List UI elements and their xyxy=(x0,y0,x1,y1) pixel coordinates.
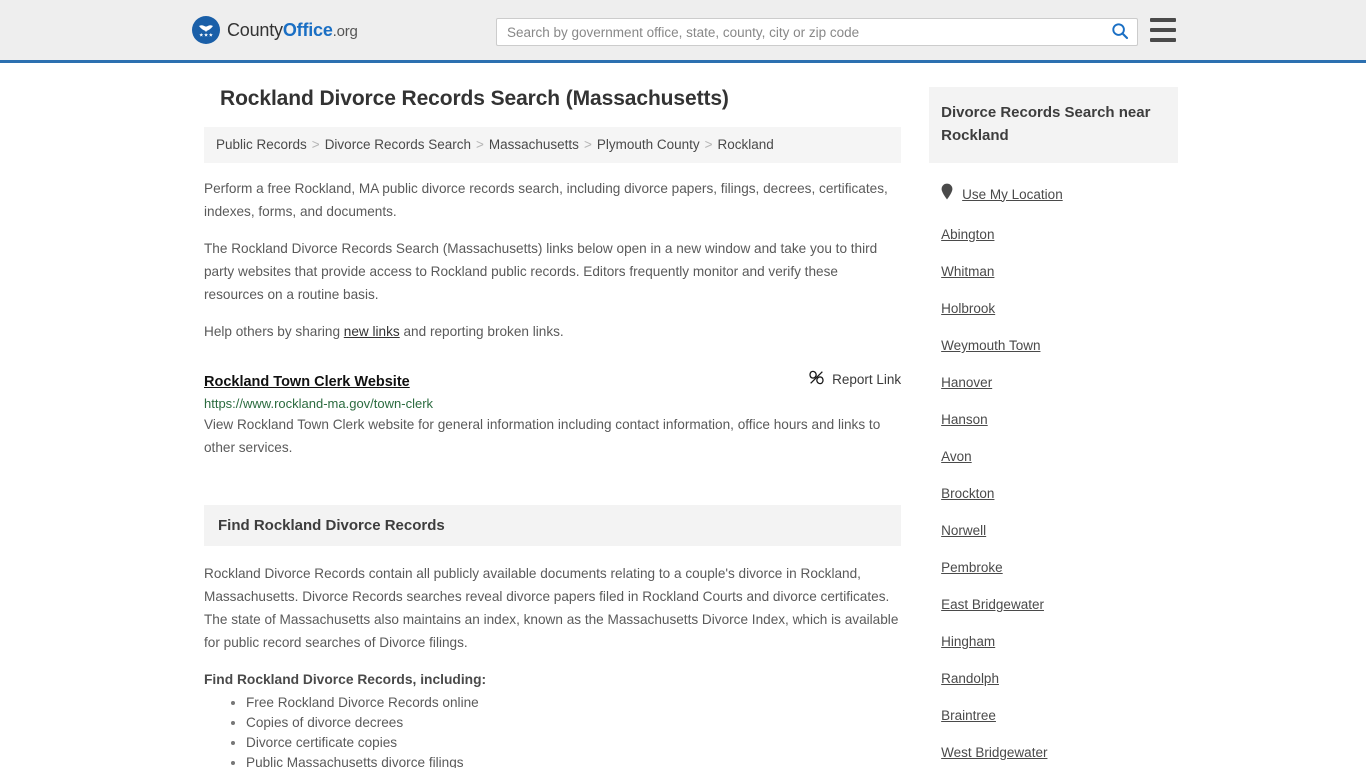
sidebar-item-pembroke[interactable]: Pembroke xyxy=(941,560,1178,575)
sidebar-heading: Divorce Records Search near Rockland xyxy=(941,104,1151,144)
sidebar-item-whitman[interactable]: Whitman xyxy=(941,264,1178,279)
result-item: Rockland Town Clerk Website Report Link … xyxy=(204,369,901,459)
sidebar-link-label[interactable]: Randolph xyxy=(941,671,999,686)
site-logo-link[interactable]: CountyOffice.org xyxy=(192,16,358,44)
sidebar-link-label[interactable]: Braintree xyxy=(941,708,996,723)
result-title-link[interactable]: Rockland Town Clerk Website xyxy=(204,374,410,390)
sidebar-link-label[interactable]: Holbrook xyxy=(941,301,995,316)
magnifier-icon xyxy=(1111,22,1129,43)
sidebar: Divorce Records Search near Rockland Use… xyxy=(929,87,1178,768)
sidebar-heading-panel: Divorce Records Search near Rockland xyxy=(929,87,1178,163)
brand-part-office: Office xyxy=(282,19,333,40)
sidebar-link-label[interactable]: Avon xyxy=(941,449,972,464)
breadcrumb-item-rockland[interactable]: Rockland xyxy=(718,137,774,152)
sidebar-link-label[interactable]: Norwell xyxy=(941,523,986,538)
header-inner: CountyOffice.org xyxy=(0,0,1366,60)
brand-part-county: County xyxy=(227,19,283,40)
sidebar-item-hanover[interactable]: Hanover xyxy=(941,375,1178,390)
brand-part-tld: .org xyxy=(332,22,358,40)
sidebar-item-west-bridgewater[interactable]: West Bridgewater xyxy=(941,745,1178,760)
sidebar-item-norwell[interactable]: Norwell xyxy=(941,523,1178,538)
breadcrumb-separator: > xyxy=(311,137,320,152)
search-button[interactable] xyxy=(1103,19,1137,45)
sidebar-link-label[interactable]: Brockton xyxy=(941,486,994,501)
sidebar-link-label[interactable]: Abington xyxy=(941,227,994,242)
intro-paragraph-2: The Rockland Divorce Records Search (Mas… xyxy=(204,241,878,302)
page-body: Rockland Divorce Records Search (Massach… xyxy=(0,63,1366,768)
eagle-stars-seal-icon xyxy=(192,16,220,44)
sidebar-links: Use My Location Abington Whitman Holbroo… xyxy=(929,163,1178,760)
intro-paragraph-1: Perform a free Rockland, MA public divor… xyxy=(204,181,888,219)
site-logo-text: CountyOffice.org xyxy=(227,20,358,41)
map-pin-icon xyxy=(941,183,953,205)
main-column: Rockland Divorce Records Search (Massach… xyxy=(188,87,917,768)
breadcrumb-item-plymouth-county[interactable]: Plymouth County xyxy=(597,137,700,152)
sidebar-item-east-bridgewater[interactable]: East Bridgewater xyxy=(941,597,1178,612)
breadcrumb-item-massachusetts[interactable]: Massachusetts xyxy=(489,137,579,152)
result-description: View Rockland Town Clerk website for gen… xyxy=(204,417,881,455)
sidebar-link-label[interactable]: West Bridgewater xyxy=(941,745,1047,760)
sidebar-item-avon[interactable]: Avon xyxy=(941,449,1178,464)
sidebar-item-brockton[interactable]: Brockton xyxy=(941,486,1178,501)
breadcrumb: Public Records > Divorce Records Search > Ma… xyxy=(204,127,902,163)
breadcrumb-separator: > xyxy=(583,137,592,152)
find-records-section-body: Rockland Divorce Records contain all pub… xyxy=(204,546,901,768)
breadcrumb-item-public-records[interactable]: Public Records xyxy=(216,137,307,152)
sidebar-link-label[interactable]: Weymouth Town xyxy=(941,338,1040,353)
list-item: Free Rockland Divorce Records online xyxy=(246,693,901,713)
result-url[interactable]: https://www.rockland-ma.gov/town-clerk xyxy=(204,396,901,411)
sidebar-item-weymouth-town[interactable]: Weymouth Town xyxy=(941,338,1178,353)
sidebar-item-use-my-location[interactable]: Use My Location xyxy=(941,183,1178,205)
result-header-row: Rockland Town Clerk Website Report Link xyxy=(204,369,901,390)
records-list: Free Rockland Divorce Records online Cop… xyxy=(204,693,901,768)
report-link-label: Report Link xyxy=(832,371,902,387)
sidebar-link-label[interactable]: Hanover xyxy=(941,375,992,390)
sidebar-item-hingham[interactable]: Hingham xyxy=(941,634,1178,649)
sidebar-link-label[interactable]: Hanson xyxy=(941,412,988,427)
sidebar-item-abington[interactable]: Abington xyxy=(941,227,1178,242)
hamburger-menu-icon[interactable] xyxy=(1150,18,1176,42)
content-container: Rockland Divorce Records Search (Massach… xyxy=(188,87,1178,768)
breadcrumb-separator: > xyxy=(704,137,713,152)
search-input[interactable] xyxy=(497,19,1103,45)
list-item: Public Massachusetts divorce filings xyxy=(246,753,901,768)
find-records-section-header: Find Rockland Divorce Records xyxy=(204,505,902,546)
sidebar-item-hanson[interactable]: Hanson xyxy=(941,412,1178,427)
breadcrumb-item-divorce-records-search[interactable]: Divorce Records Search xyxy=(325,137,471,152)
intro-paragraph-3: Help others by sharing new links and rep… xyxy=(204,320,901,343)
section-list-heading: Find Rockland Divorce Records, including… xyxy=(204,672,487,687)
breadcrumb-separator: > xyxy=(476,137,484,152)
sidebar-link-label[interactable]: Pembroke xyxy=(941,560,1003,575)
site-header: CountyOffice.org xyxy=(0,0,1366,63)
section-heading: Find Rockland Divorce Records xyxy=(218,517,445,534)
use-my-location-link[interactable]: Use My Location xyxy=(962,187,1063,202)
broken-link-icon xyxy=(808,369,825,389)
page-title: Rockland Divorce Records Search (Massach… xyxy=(220,87,729,110)
report-link-button[interactable]: Report Link xyxy=(808,369,901,389)
sidebar-item-braintree[interactable]: Braintree xyxy=(941,708,1178,723)
sidebar-link-label[interactable]: Whitman xyxy=(941,264,994,279)
share-text-after: and reporting broken links. xyxy=(399,324,564,339)
sidebar-item-randolph[interactable]: Randolph xyxy=(941,671,1178,686)
new-links-link[interactable]: new links xyxy=(344,324,400,339)
list-item: Copies of divorce decrees xyxy=(246,713,901,733)
section-paragraph: Rockland Divorce Records contain all pub… xyxy=(204,566,899,650)
share-text-before: Help others by sharing xyxy=(204,324,344,339)
sidebar-link-label[interactable]: Hingham xyxy=(941,634,995,649)
list-item: Divorce certificate copies xyxy=(246,733,901,753)
search-bar xyxy=(496,18,1138,46)
sidebar-item-holbrook[interactable]: Holbrook xyxy=(941,301,1178,316)
sidebar-link-label[interactable]: East Bridgewater xyxy=(941,597,1044,612)
